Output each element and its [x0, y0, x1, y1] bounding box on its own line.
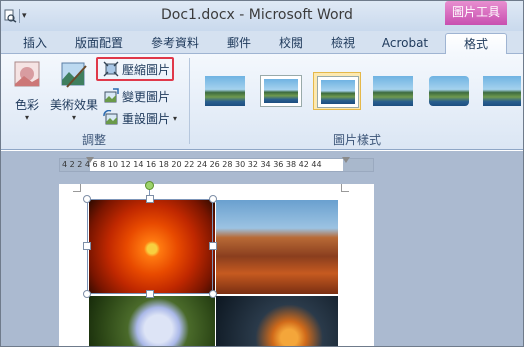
tab-references[interactable]: 參考資料 [143, 33, 207, 54]
resize-handle-top-left[interactable] [83, 195, 91, 203]
resize-handle-top[interactable] [146, 195, 154, 203]
reset-picture-button[interactable]: 重設圖片 ▾ [103, 109, 177, 127]
document-area: 4 2 2 4 6 8 10 12 14 16 18 20 22 24 26 2… [1, 151, 523, 346]
tab-page-layout[interactable]: 版面配置 [67, 33, 131, 54]
qat-customize-icon[interactable]: ▾ [22, 9, 27, 23]
tab-view[interactable]: 檢視 [323, 33, 363, 54]
color-button[interactable]: 色彩 ▾ [7, 60, 47, 123]
selection-frame [87, 199, 213, 294]
style-thumbnail-image [261, 76, 301, 106]
ribbon-tabs: 插入 版面配置 參考資料 郵件 校閱 檢視 Acrobat 格式 [1, 31, 523, 54]
color-label: 色彩 [14, 98, 39, 112]
resize-handle-left[interactable] [83, 242, 91, 250]
picture-style-6[interactable] [479, 72, 521, 110]
compress-highlight-box [96, 57, 174, 81]
title-bar: ▾ Doc1.docx - Microsoft Word 圖片工具 [1, 1, 523, 31]
resize-handle-bottom-right[interactable] [209, 290, 217, 298]
style-thumbnail-image [373, 76, 413, 106]
picture-style-3[interactable] [313, 72, 361, 110]
tab-insert[interactable]: 插入 [15, 33, 55, 54]
ruler-numbers: 4 2 2 4 6 8 10 12 14 16 18 20 22 24 26 2… [62, 160, 322, 169]
picture-style-4[interactable] [369, 72, 417, 110]
color-dropdown-icon: ▾ [24, 113, 29, 122]
group-separator [189, 58, 190, 144]
picture-style-1[interactable] [201, 72, 249, 110]
rotation-handle[interactable] [145, 181, 154, 190]
change-picture-button[interactable]: 變更圖片 [103, 87, 170, 105]
color-icon [12, 60, 42, 90]
picture-styles-group-label: 圖片樣式 [332, 133, 381, 147]
picture-tools-header: 圖片工具 [445, 1, 507, 25]
resize-handle-bottom-left[interactable] [83, 290, 91, 298]
document-page[interactable] [59, 181, 374, 346]
hydrangea-image[interactable] [89, 296, 215, 346]
quick-access-toolbar: ▾ [3, 7, 37, 25]
tab-mailings[interactable]: 郵件 [219, 33, 259, 54]
tab-format[interactable]: 格式 [445, 33, 507, 54]
margin-corner-mark [341, 184, 349, 192]
margin-corner-mark [73, 184, 81, 192]
picture-style-5[interactable] [425, 72, 473, 110]
ribbon-body: 色彩 ▾ 美術效果 ▾ 壓縮圖片 變更圖片 重設圖片 ▾ 調整 圖片樣式 [1, 54, 523, 150]
style-thumbnail-image [318, 77, 358, 107]
picture-style-2[interactable] [257, 72, 305, 110]
qat-separator [19, 9, 20, 23]
resize-handle-bottom[interactable] [146, 290, 154, 298]
tab-review[interactable]: 校閱 [271, 33, 311, 54]
change-picture-icon [103, 88, 119, 104]
artistic-effects-icon [59, 60, 89, 90]
search-document-icon[interactable] [3, 9, 17, 23]
horizontal-ruler[interactable]: 4 2 2 4 6 8 10 12 14 16 18 20 22 24 26 2… [59, 157, 374, 172]
tab-acrobat[interactable]: Acrobat [375, 33, 435, 54]
first-line-indent-marker[interactable] [86, 157, 94, 163]
style-thumbnail-image [483, 76, 521, 106]
reset-picture-icon [103, 109, 119, 126]
reset-picture-label: 重設圖片 [122, 111, 171, 126]
resize-handle-right[interactable] [209, 242, 217, 250]
right-indent-marker[interactable] [342, 157, 350, 163]
artistic-dropdown-icon: ▾ [71, 113, 76, 122]
reset-dropdown-icon[interactable]: ▾ [173, 114, 177, 123]
style-thumbnail-image [205, 76, 245, 106]
word-window: ▾ Doc1.docx - Microsoft Word 圖片工具 插入 版面配… [0, 0, 524, 347]
change-picture-label: 變更圖片 [122, 89, 171, 104]
jellyfish-image[interactable] [216, 296, 338, 346]
resize-handle-top-right[interactable] [209, 195, 217, 203]
adjust-group-label: 調整 [81, 133, 106, 147]
artistic-effects-button[interactable]: 美術效果 ▾ [49, 60, 99, 123]
desert-image[interactable] [216, 200, 338, 294]
artistic-effects-label: 美術效果 [49, 98, 98, 112]
style-thumbnail-image [429, 76, 469, 106]
window-title: Doc1.docx - Microsoft Word [161, 7, 353, 23]
